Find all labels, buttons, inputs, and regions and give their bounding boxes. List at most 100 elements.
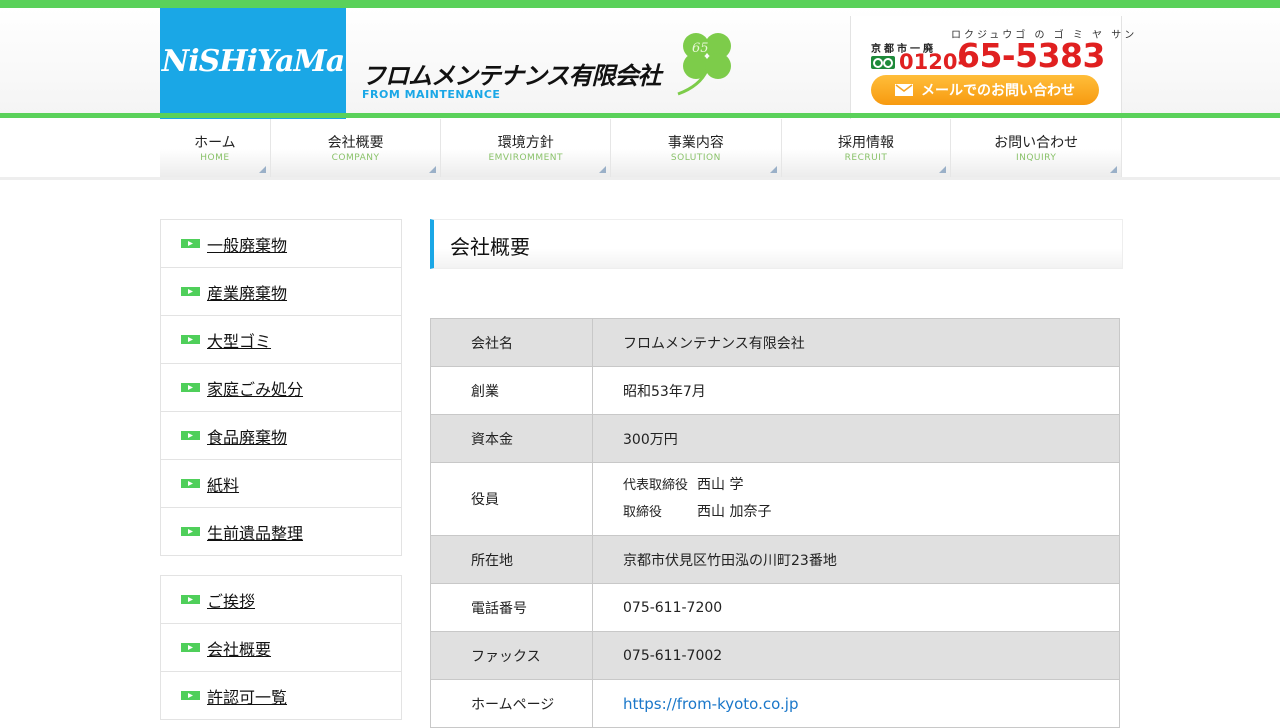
table-row: ホームページ https://from-kyoto.co.jp — [430, 679, 1120, 728]
sidebar-item-label: 一般廃棄物 — [207, 235, 288, 255]
row-label: 電話番号 — [430, 583, 593, 632]
bullet-arrow-icon — [181, 335, 200, 344]
sidebar-item-label: ご挨拶 — [207, 591, 256, 611]
row-label: 資本金 — [430, 414, 593, 463]
officer-line: 取締役 西山 加奈子 — [623, 499, 1118, 526]
row-label: 創業 — [430, 366, 593, 415]
row-value: 300万円 — [592, 414, 1120, 463]
company-subtitle: FROM MAINTENANCE — [362, 88, 501, 101]
bullet-arrow-icon — [181, 479, 200, 488]
sidebar-item-estate-cleanup[interactable]: 生前遺品整理 — [161, 508, 401, 555]
row-label: ホームページ — [430, 679, 593, 728]
mail-inquiry-button[interactable]: メールでのお問い合わせ — [871, 75, 1099, 105]
top-accent-bar — [0, 0, 1280, 8]
corner-arrow-icon — [429, 166, 437, 173]
corner-arrow-icon — [939, 166, 947, 173]
bullet-arrow-icon — [181, 595, 200, 604]
sidebar-item-industrial-waste[interactable]: 産業廃棄物 — [161, 268, 401, 316]
nav-item-label: 事業内容 — [667, 135, 724, 151]
nav-item-label: お問い合わせ — [994, 135, 1079, 151]
brand-logo-text: NiSHiYaMa — [161, 44, 345, 79]
nav-bottom-border — [0, 177, 1280, 180]
table-row: 資本金 300万円 — [430, 414, 1120, 463]
sidebar-item-label: 許認可一覧 — [207, 687, 288, 707]
sidebar-item-bulky-waste[interactable]: 大型ゴミ — [161, 316, 401, 364]
row-value: フロムメンテナンス有限会社 — [592, 318, 1120, 367]
sidebar-item-company-profile[interactable]: 会社概要 — [161, 624, 401, 672]
sidebar-item-label: 家庭ごみ処分 — [207, 379, 304, 399]
bullet-arrow-icon — [181, 383, 200, 392]
nav-item-home[interactable]: ホーム HOME — [160, 119, 271, 177]
table-row: ファックス 075-611-7002 — [430, 631, 1120, 680]
nav-item-sublabel: COMPANY — [331, 153, 380, 163]
site-header: NiSHiYaMa フロムメンテナンス有限会社 FROM MAINTENANCE… — [0, 8, 1280, 122]
row-value: 京都市伏見区竹田泓の川町23番地 — [592, 535, 1120, 584]
officer-line: 代表取締役 西山 学 — [623, 472, 1118, 499]
row-label: 役員 — [430, 462, 593, 536]
sidebar-company: ご挨拶 会社概要 許認可一覧 — [160, 575, 402, 720]
row-label: 所在地 — [430, 535, 593, 584]
officer-name: 西山 加奈子 — [697, 504, 772, 520]
nav-item-sublabel: SOLUTION — [670, 153, 721, 163]
clover-badge: 65 — [692, 41, 709, 56]
table-row: 創業 昭和53年7月 — [430, 366, 1120, 415]
nav-item-label: 環境方針 — [497, 135, 554, 151]
sidebar-item-label: 会社概要 — [207, 639, 272, 659]
row-value: 昭和53年7月 — [592, 366, 1120, 415]
sidebar-item-general-waste[interactable]: 一般廃棄物 — [161, 220, 401, 268]
sidebar-item-label: 食品廃棄物 — [207, 427, 288, 447]
nav-item-sublabel: RECRUIT — [844, 153, 888, 163]
mail-button-label: メールでのお問い合わせ — [921, 83, 1075, 99]
nav-item-sublabel: HOME — [200, 153, 230, 163]
sidebar-services: 一般廃棄物 産業廃棄物 大型ゴミ 家庭ごみ処分 食品廃棄物 紙料 生前遺品整理 — [160, 219, 402, 556]
table-row: 役員 代表取締役 西山 学 取締役 西山 加奈子 — [430, 462, 1120, 536]
row-label: ファックス — [430, 631, 593, 680]
corner-arrow-icon — [769, 166, 777, 173]
nav-item-company[interactable]: 会社概要 COMPANY — [270, 119, 442, 177]
row-value-officers: 代表取締役 西山 学 取締役 西山 加奈子 — [592, 462, 1120, 536]
row-value: 075-611-7002 — [592, 631, 1120, 680]
company-name: フロムメンテナンス有限会社 — [362, 62, 662, 90]
nav-item-label: 会社概要 — [327, 135, 384, 151]
officer-role: 代表取締役 — [623, 478, 689, 493]
nav-item-inquiry[interactable]: お問い合わせ INQUIRY — [951, 119, 1122, 177]
tel-number[interactable]: 65-5383 — [957, 36, 1105, 75]
table-row: 会社名 フロムメンテナンス有限会社 — [430, 318, 1120, 367]
sidebar-item-paper[interactable]: 紙料 — [161, 460, 401, 508]
nav-item-sublabel: INQUIRY — [1015, 153, 1057, 163]
row-value: 075-611-7200 — [592, 583, 1120, 632]
bullet-arrow-icon — [181, 691, 200, 700]
sidebar-item-label: 大型ゴミ — [207, 331, 272, 351]
nav-item-label: ホーム — [194, 135, 236, 151]
bullet-arrow-icon — [181, 643, 200, 652]
sidebar-item-label: 産業廃棄物 — [207, 283, 288, 303]
nav-item-solution[interactable]: 事業内容 SOLUTION — [611, 119, 782, 177]
bullet-arrow-icon — [181, 431, 200, 440]
nav-item-environment[interactable]: 環境方針 EMVIROMMENT — [441, 119, 612, 177]
sidebar-item-greeting[interactable]: ご挨拶 — [161, 576, 401, 624]
envelope-icon — [895, 84, 913, 96]
company-info-table: 会社名 フロムメンテナンス有限会社 創業 昭和53年7月 資本金 300万円 役… — [430, 318, 1120, 728]
row-value: https://from-kyoto.co.jp — [592, 679, 1120, 728]
sidebar-item-licenses[interactable]: 許認可一覧 — [161, 672, 401, 719]
brand-logo[interactable]: NiSHiYaMa — [160, 8, 346, 122]
table-row: 電話番号 075-611-7200 — [430, 583, 1120, 632]
table-row: 所在地 京都市伏見区竹田泓の川町23番地 — [430, 535, 1120, 584]
homepage-link[interactable]: https://from-kyoto.co.jp — [623, 695, 798, 713]
nav-item-sublabel: EMVIROMMENT — [488, 153, 563, 163]
corner-arrow-icon — [1109, 166, 1117, 173]
page-title: 会社概要 — [450, 235, 530, 259]
nav-item-label: 採用情報 — [838, 135, 894, 151]
nav-item-recruit[interactable]: 採用情報 RECRUIT — [781, 119, 952, 177]
sidebar-item-label: 紙料 — [207, 475, 240, 495]
freedial-icon — [871, 56, 895, 69]
page-heading: 会社概要 — [430, 219, 1123, 269]
bullet-arrow-icon — [181, 239, 200, 248]
global-nav: ホーム HOME 会社概要 COMPANY 環境方針 EMVIROMMENT 事… — [160, 119, 1122, 177]
sidebar-item-label: 生前遺品整理 — [207, 523, 304, 543]
sidebar-item-household-waste[interactable]: 家庭ごみ処分 — [161, 364, 401, 412]
row-label: 会社名 — [430, 318, 593, 367]
clover-logo-icon: 65 — [677, 33, 731, 96]
sidebar-item-food-waste[interactable]: 食品廃棄物 — [161, 412, 401, 460]
bullet-arrow-icon — [181, 287, 200, 296]
